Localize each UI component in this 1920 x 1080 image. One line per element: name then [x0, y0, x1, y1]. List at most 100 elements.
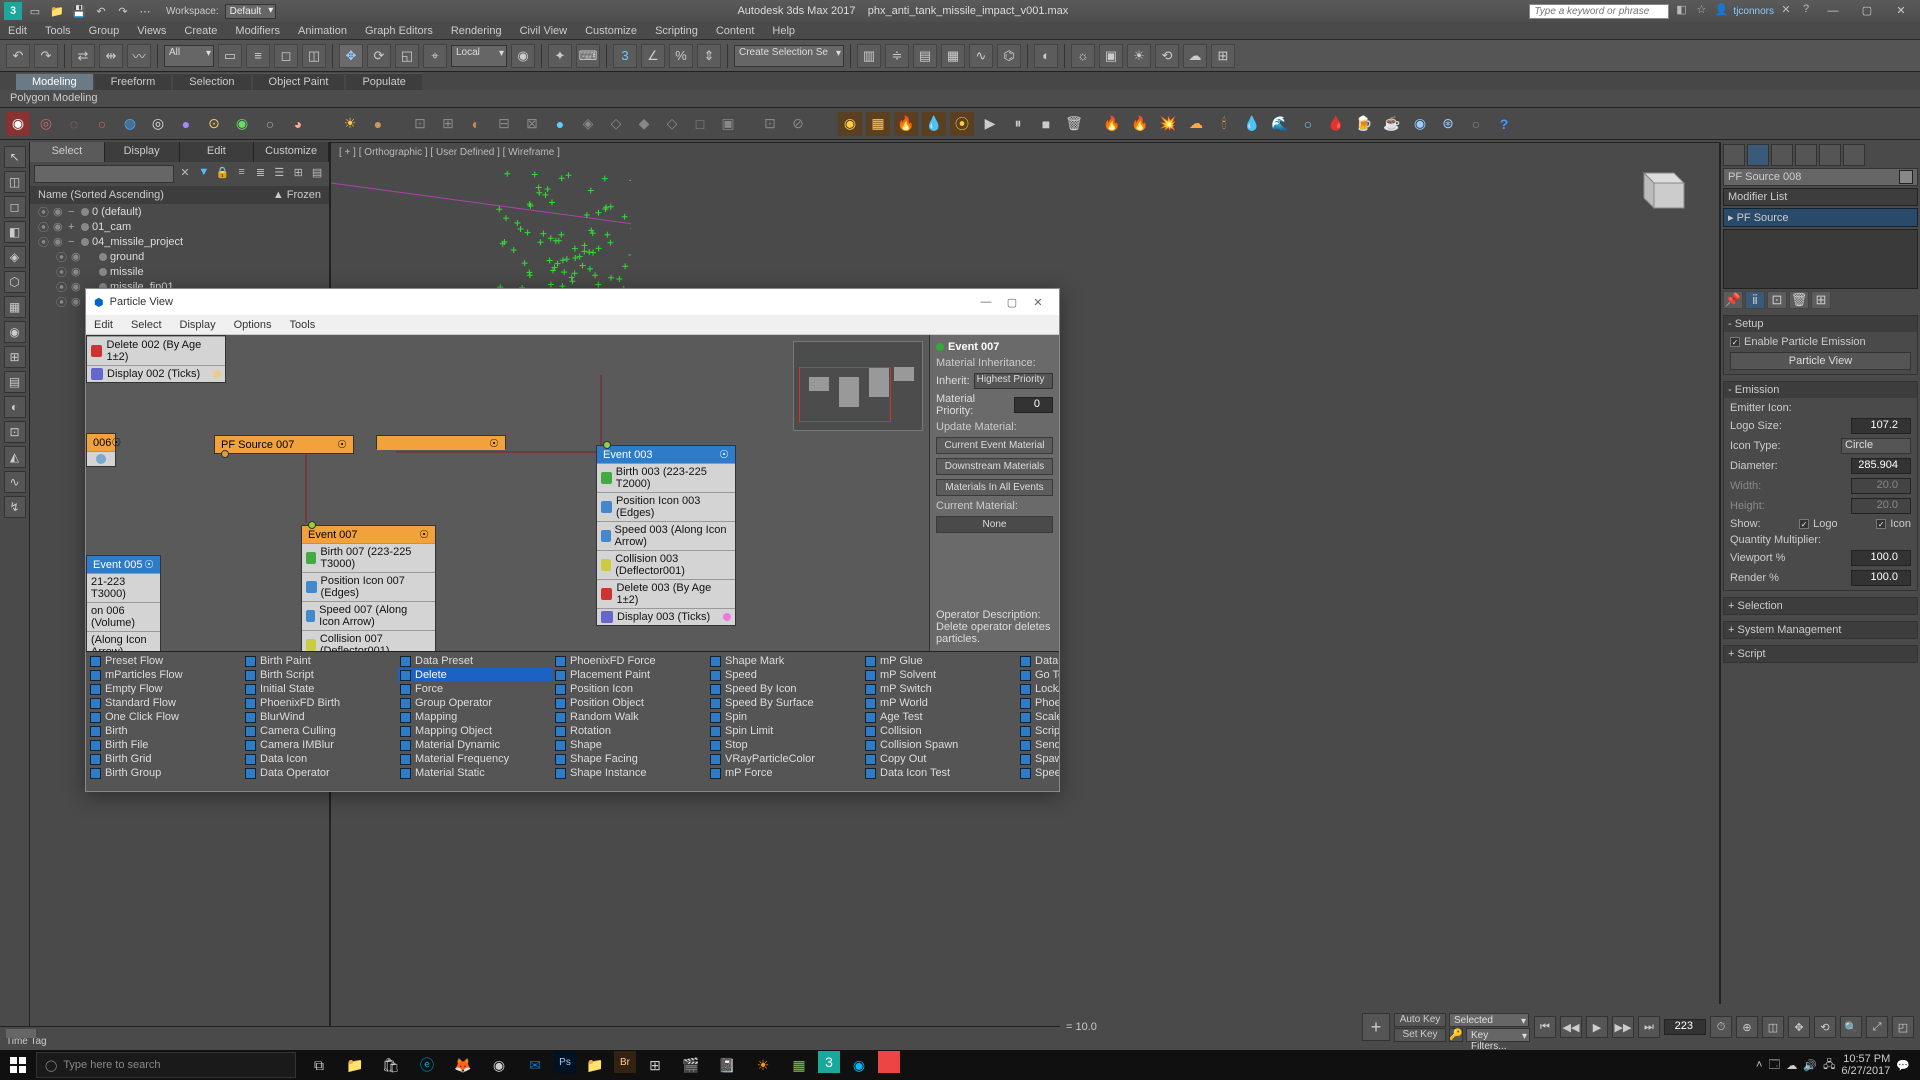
photoshop-icon[interactable]: Ps: [554, 1051, 576, 1073]
chrome-icon[interactable]: ◉: [482, 1051, 516, 1079]
modifier-list-header[interactable]: Modifier List: [1723, 188, 1918, 206]
menu-customize[interactable]: Customize: [585, 25, 637, 37]
phx-icon[interactable]: ⊙: [202, 112, 226, 136]
scene-tree-row[interactable]: ⦿◉ground: [30, 249, 329, 264]
phx-icon[interactable]: ◌: [62, 112, 86, 136]
vray-icon[interactable]: ◈: [576, 112, 600, 136]
hierarchy-tab-icon[interactable]: [1771, 144, 1793, 166]
filter-icon[interactable]: ≣: [253, 166, 269, 182]
time-config-icon[interactable]: ⏱: [1710, 1016, 1732, 1038]
rollout-script-header[interactable]: + Script: [1724, 646, 1917, 662]
start-button[interactable]: [0, 1050, 36, 1080]
app-icon[interactable]: ◉: [842, 1051, 876, 1079]
app-icon[interactable]: 📓: [710, 1051, 744, 1079]
tray-chevron-icon[interactable]: ˄: [1756, 1059, 1762, 1071]
current-material-slot[interactable]: None: [936, 516, 1053, 533]
curve-editor-icon[interactable]: ∿: [969, 44, 993, 68]
depot-item[interactable]: Birth Group: [88, 766, 243, 780]
vray-icon[interactable]: ●: [548, 112, 572, 136]
stop-icon[interactable]: ■: [1034, 112, 1058, 136]
configure-sets-icon[interactable]: ⊞: [1811, 291, 1831, 309]
lock-icon[interactable]: 🔒: [215, 166, 231, 182]
phx-icon[interactable]: ◕: [286, 112, 310, 136]
pause-icon[interactable]: ⏸: [1006, 112, 1030, 136]
depot-item[interactable]: mP Glue: [863, 654, 1018, 668]
depot-item[interactable]: Scale Test: [1018, 710, 1059, 724]
logo-size-spinner[interactable]: 107.2: [1851, 418, 1911, 434]
node-event007[interactable]: Event 007☉ Birth 007 (223-225 T3000) Pos…: [301, 525, 436, 651]
depot-item[interactable]: Speed By Icon: [708, 682, 863, 696]
undo-icon[interactable]: ↶: [6, 44, 30, 68]
redo-icon[interactable]: ↷: [34, 44, 58, 68]
depot-item[interactable]: Age Test: [863, 710, 1018, 724]
help-search-input[interactable]: [1529, 4, 1669, 19]
3dsmax-icon[interactable]: 3: [818, 1051, 840, 1073]
ribbon-tab-modeling[interactable]: Modeling: [16, 73, 93, 90]
depot-item[interactable]: Shape Instance: [553, 766, 708, 780]
bulb-icon[interactable]: ☉: [337, 438, 347, 451]
pv-menu-display[interactable]: Display: [180, 319, 216, 331]
phx-preset-icon[interactable]: 🩸: [1324, 112, 1348, 136]
depot-item[interactable]: Birth Grid: [88, 752, 243, 766]
menu-content[interactable]: Content: [716, 25, 755, 37]
select-by-name-icon[interactable]: ≡: [246, 44, 270, 68]
create-tab-icon[interactable]: [1723, 144, 1745, 166]
phx-preset-icon[interactable]: ☁: [1184, 112, 1208, 136]
depot-item[interactable]: Camera IMBlur: [243, 738, 398, 752]
depot-item[interactable]: Empty Flow: [88, 682, 243, 696]
scale-icon[interactable]: ◱: [395, 44, 419, 68]
phx-preset-icon[interactable]: 🔥: [1128, 112, 1152, 136]
workspace-dropdown[interactable]: Default: [225, 4, 277, 19]
phx-icon[interactable]: ◎: [146, 112, 170, 136]
scene-tree-row[interactable]: ⦿◉−0 (default): [30, 204, 329, 219]
rollout-emission-header[interactable]: - Emission: [1724, 382, 1917, 398]
depot-item[interactable]: BlurWind: [243, 710, 398, 724]
goto-end-icon[interactable]: ⏭: [1638, 1016, 1660, 1038]
objcolor-swatch[interactable]: [1899, 170, 1913, 184]
filter-icon[interactable]: ≡: [234, 166, 250, 182]
current-frame-spinner[interactable]: 223: [1664, 1019, 1706, 1035]
scene-header-frozen[interactable]: ▲ Frozen: [273, 189, 321, 201]
depot-item[interactable]: Delete: [398, 668, 553, 682]
depot-item[interactable]: Data Preset: [398, 654, 553, 668]
scene-tree-row[interactable]: ⦿◉+01_cam: [30, 219, 329, 234]
depot-item[interactable]: Collision Spawn: [863, 738, 1018, 752]
node-pfsource006[interactable]: 006☉: [86, 433, 116, 467]
depot-item[interactable]: Collision: [863, 724, 1018, 738]
goto-start-icon[interactable]: ⏮: [1534, 1016, 1556, 1038]
phx-preset-icon[interactable]: ○: [1296, 112, 1320, 136]
phx-sim-icon[interactable]: ▦: [866, 112, 890, 136]
phx-preset-icon[interactable]: 💥: [1156, 112, 1180, 136]
qat-redo-icon[interactable]: ↷: [114, 2, 132, 20]
sphere-icon[interactable]: ●: [366, 112, 390, 136]
snap-icon[interactable]: 3: [613, 44, 637, 68]
autokey-button[interactable]: Auto Key: [1394, 1013, 1446, 1027]
nav-icon[interactable]: ✥: [1788, 1016, 1810, 1038]
move-icon[interactable]: ✥: [339, 44, 363, 68]
keyfilters-dropdown[interactable]: Key Filters...: [1466, 1028, 1530, 1042]
menu-help[interactable]: Help: [772, 25, 795, 37]
phx-icon[interactable]: ◎: [34, 112, 58, 136]
clear-icon[interactable]: ✕: [177, 166, 193, 182]
depot-item[interactable]: Data Icon Test: [863, 766, 1018, 780]
phx-icon[interactable]: ◍: [118, 112, 142, 136]
tool-icon[interactable]: ◐: [4, 396, 26, 418]
phx-preset-icon[interactable]: 🍺: [1352, 112, 1376, 136]
vray-icon[interactable]: ⊡: [408, 112, 432, 136]
open-a360-icon[interactable]: ⊞: [1211, 44, 1235, 68]
filter-icon[interactable]: ⊞: [290, 166, 306, 182]
depot-item[interactable]: Shape Mark: [708, 654, 863, 668]
render-iterative-icon[interactable]: ⟲: [1155, 44, 1179, 68]
tool-icon[interactable]: ◈: [4, 246, 26, 268]
phx-preset-icon[interactable]: ○: [1464, 112, 1488, 136]
particle-view-button[interactable]: Particle View: [1730, 352, 1911, 370]
depot-item[interactable]: mP Force: [708, 766, 863, 780]
depot-item[interactable]: Speed Test: [1018, 766, 1059, 780]
link-icon[interactable]: ⇄: [71, 44, 95, 68]
app-icon[interactable]: ⊞: [638, 1051, 672, 1079]
depot-item[interactable]: mParticles Flow: [88, 668, 243, 682]
node-event003[interactable]: Event 003☉ Birth 003 (223-225 T2000) Pos…: [596, 445, 736, 626]
tool-icon[interactable]: ◉: [4, 321, 26, 343]
angle-snap-icon[interactable]: ∠: [641, 44, 665, 68]
ribbon-tab-selection[interactable]: Selection: [173, 73, 250, 90]
